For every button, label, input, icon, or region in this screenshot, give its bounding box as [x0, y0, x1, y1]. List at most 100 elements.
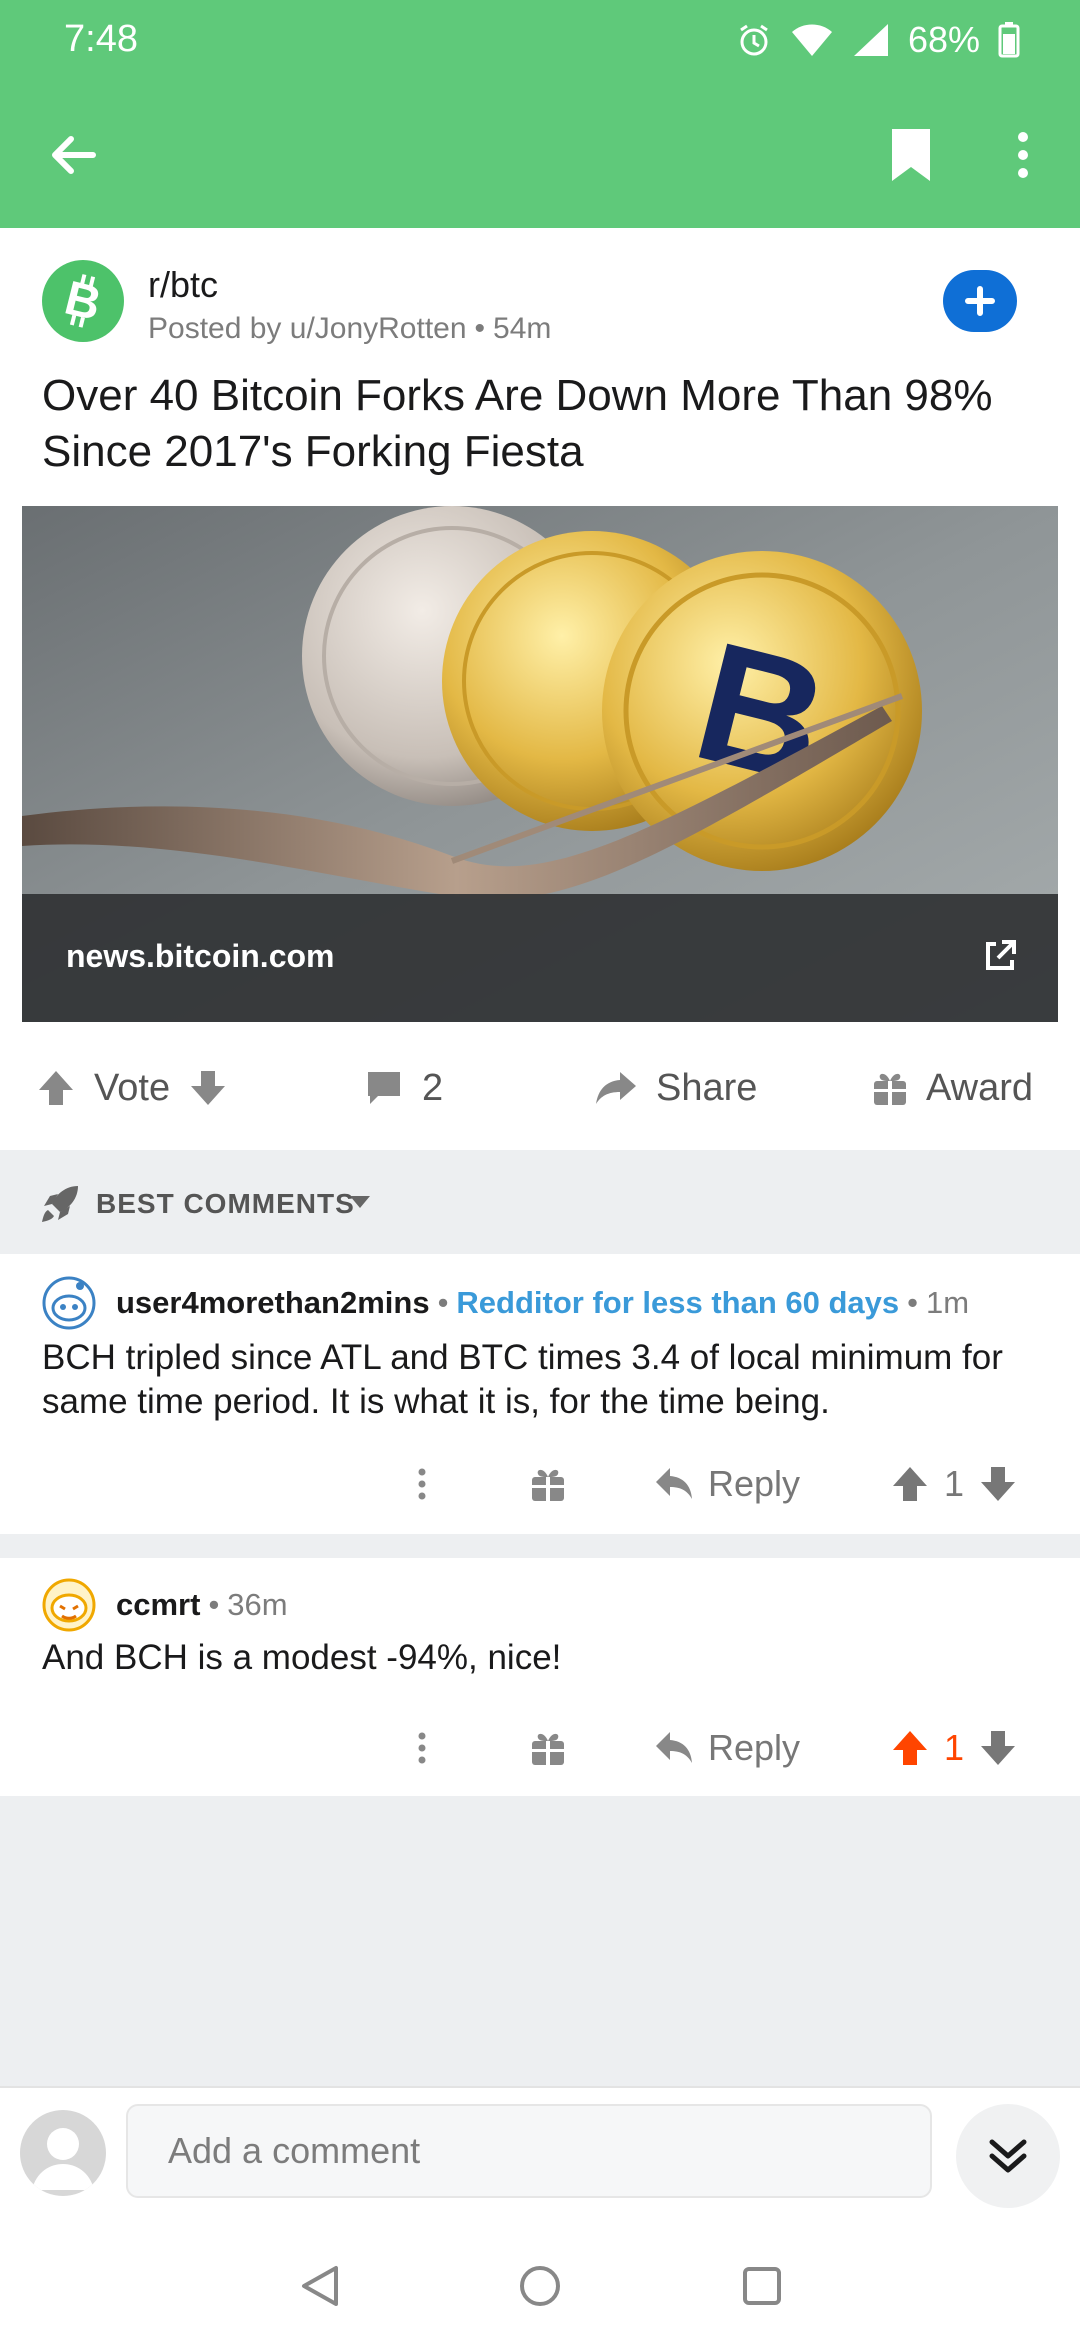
battery-icon — [998, 22, 1020, 58]
more-vertical-icon — [418, 1732, 426, 1764]
save-post-button[interactable] — [868, 112, 954, 198]
user-silhouette-icon — [32, 2128, 94, 2190]
comment-score: 1 — [944, 1463, 965, 1504]
arrow-left-icon — [52, 136, 96, 174]
nav-home-icon[interactable] — [518, 2264, 562, 2308]
link-domain: news.bitcoin.com — [66, 938, 335, 974]
nav-recents-icon[interactable] — [742, 2266, 782, 2306]
gift-icon — [532, 1733, 564, 1765]
upvote-arrow-icon[interactable] — [890, 1464, 930, 1504]
bookmark-icon — [892, 129, 930, 181]
jump-to-bottom-button[interactable] — [956, 2104, 1060, 2208]
nav-back-icon[interactable] — [300, 2264, 340, 2308]
link-domain-bar[interactable]: news.bitcoin.com — [22, 894, 1058, 1022]
comment-age: 36m — [227, 1587, 288, 1622]
upvote-arrow-icon[interactable] — [890, 1728, 930, 1768]
more-options-button[interactable] — [980, 112, 1066, 198]
alarm-icon — [740, 24, 768, 56]
comment-vote-control: 1 — [890, 1708, 1018, 1788]
comment-more-button[interactable] — [400, 1444, 444, 1524]
comments-button[interactable]: 2 — [364, 1028, 443, 1148]
status-bar: 7:48 68% — [0, 0, 1080, 80]
comment-composer: Add a comment — [0, 2086, 1080, 2228]
comment-author[interactable]: ccmrt — [116, 1587, 200, 1623]
meta-separator: • — [437, 1285, 449, 1320]
reply-button[interactable]: Reply — [654, 1444, 800, 1524]
plus-icon — [965, 286, 995, 316]
cell-signal-icon — [853, 24, 888, 56]
user-flair: Redditor for less than 60 days — [456, 1285, 900, 1320]
subreddit-avatar[interactable]: B — [42, 260, 124, 342]
double-chevron-down-icon — [989, 2139, 1027, 2173]
comment-vote-control: 1 — [890, 1444, 1018, 1524]
comment-score: 1 — [944, 1727, 965, 1768]
award-label: Award — [926, 1066, 1034, 1109]
link-preview[interactable]: B news.bitcoin.com — [22, 506, 1058, 1022]
user-avatar-icon[interactable] — [42, 1578, 96, 1632]
downvote-arrow-icon[interactable] — [978, 1728, 1018, 1768]
comment-sort-bar[interactable]: BEST COMMENTS — [0, 1150, 1080, 1254]
app-bar — [0, 100, 1080, 210]
external-link-icon — [986, 940, 1016, 970]
current-user-avatar — [20, 2110, 106, 2196]
chevron-down-icon — [350, 1196, 370, 1208]
gift-icon — [532, 1469, 564, 1501]
comment-meta: user4morethan2mins • Redditor for less t… — [42, 1276, 969, 1330]
post-meta: Posted by u/JonyRotten • 54m — [148, 312, 551, 346]
posted-by[interactable]: Posted by u/JonyRotten — [148, 312, 467, 345]
vote-control: Vote — [36, 1028, 228, 1148]
downvote-arrow-icon[interactable] — [188, 1068, 228, 1108]
top-app-bar: 7:48 68% — [0, 0, 1080, 228]
rocket-icon — [42, 1186, 78, 1222]
status-icons: 68% — [736, 14, 1020, 66]
share-button[interactable]: Share — [594, 1028, 757, 1148]
wifi-icon — [791, 24, 832, 56]
comment-body: And BCH is a modest -94%, nice! — [42, 1638, 562, 1677]
battery-percent: 68% — [907, 19, 980, 60]
bitcoin-logo-icon: B — [60, 273, 106, 329]
reply-label: Reply — [708, 1727, 801, 1768]
add-comment-input[interactable]: Add a comment — [126, 2104, 932, 2198]
sort-label: BEST COMMENTS — [96, 1188, 355, 1219]
empty-area — [0, 1796, 1080, 2086]
comment-more-button[interactable] — [400, 1708, 444, 1788]
comment-meta: ccmrt • 36m — [42, 1578, 288, 1632]
comment-item: user4morethan2mins • Redditor for less t… — [0, 1256, 1080, 1534]
comment-actions: Reply 1 — [0, 1708, 1080, 1788]
reply-button[interactable]: Reply — [654, 1708, 800, 1788]
comment-bubble-icon — [368, 1072, 400, 1104]
comment-age: 1m — [926, 1285, 970, 1320]
more-vertical-icon — [418, 1468, 426, 1500]
join-subreddit-button[interactable] — [943, 270, 1017, 332]
meta-separator: • — [474, 312, 486, 345]
meta-separator: • — [907, 1285, 919, 1320]
system-nav-bar — [0, 2226, 1080, 2340]
post-age: 54m — [493, 312, 552, 345]
post-actions-bar: Vote 2 Share Award — [0, 1028, 1080, 1148]
user-avatar-icon[interactable] — [42, 1276, 96, 1330]
award-button[interactable]: Award — [872, 1028, 1033, 1148]
comment-actions: Reply 1 — [0, 1444, 1080, 1524]
reply-arrow-icon — [656, 1732, 692, 1763]
comment-award-button[interactable] — [530, 1708, 566, 1788]
gift-icon — [874, 1073, 906, 1105]
back-button[interactable] — [30, 112, 116, 198]
meta-separator: • — [208, 1587, 220, 1622]
share-label: Share — [656, 1066, 758, 1109]
post-header: B r/btc Posted by u/JonyRotten • 54m Over … — [0, 228, 1080, 508]
comment-body: BCH tripled since ATL and BTC times 3.4 … — [42, 1338, 1003, 1421]
more-vertical-icon — [1018, 132, 1028, 178]
upvote-arrow-icon[interactable] — [36, 1068, 76, 1108]
status-time: 7:48 — [64, 18, 138, 60]
comment-item: ccmrt • 36m And BCH is a modest -94%, ni… — [0, 1558, 1080, 1796]
subreddit-name[interactable]: r/btc — [148, 264, 218, 306]
comment-count: 2 — [422, 1066, 444, 1109]
comment-award-button[interactable] — [530, 1444, 566, 1524]
vote-label: Vote — [94, 1066, 171, 1109]
post-title: Over 40 Bitcoin Forks Are Down More Than… — [42, 371, 993, 476]
comment-author[interactable]: user4morethan2mins — [116, 1285, 430, 1321]
downvote-arrow-icon[interactable] — [978, 1464, 1018, 1504]
share-arrow-icon — [596, 1072, 636, 1104]
comment-divider — [0, 1534, 1080, 1558]
reply-arrow-icon — [656, 1468, 692, 1499]
